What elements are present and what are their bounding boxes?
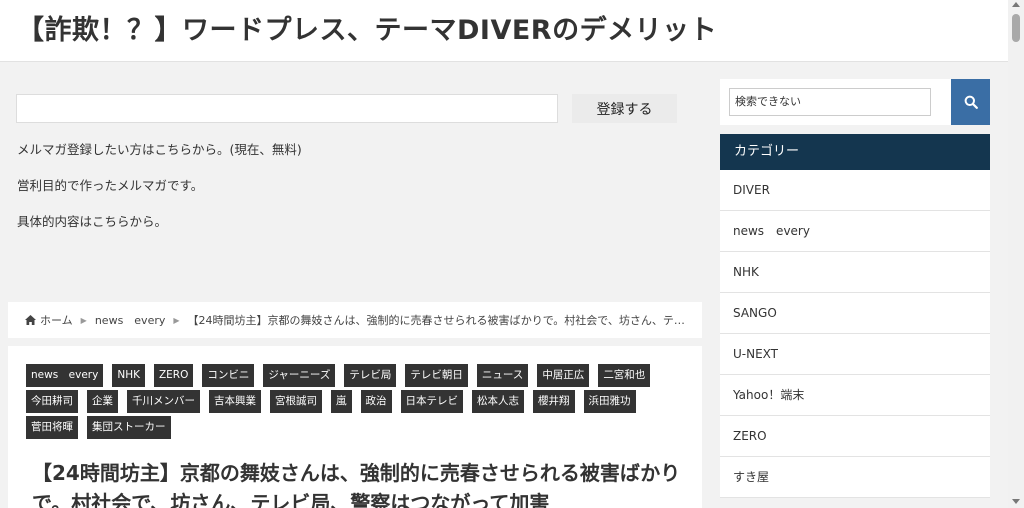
tag-link[interactable]: 浜田雅功 bbox=[583, 390, 636, 413]
category-header: カテゴリー bbox=[720, 134, 990, 170]
search-input[interactable]: 検索できない bbox=[729, 88, 931, 116]
subscribe-button[interactable]: 登録する bbox=[572, 94, 677, 123]
breadcrumb-current: 【24時間坊主】京都の舞妓さんは、強制的に売春させられる被害ばかりで。村社会で、… bbox=[187, 314, 685, 327]
tag-link[interactable]: 集団ストーカー bbox=[87, 416, 171, 439]
tag-link[interactable]: ジャーニーズ bbox=[263, 364, 336, 387]
category-list: DIVER news every NHK SANGO U-NEXT Yahoo！端末 ZER… bbox=[720, 170, 990, 498]
home-icon[interactable] bbox=[25, 315, 36, 325]
tag-link[interactable]: 中居正広 bbox=[537, 364, 590, 387]
scroll-thumb[interactable] bbox=[1012, 14, 1020, 42]
main-content: 登録する メルマガ登録したい方はこちらから。(現在、無料) 営利目的で作ったメル… bbox=[0, 62, 715, 508]
tag-link[interactable]: 吉本興業 bbox=[209, 390, 261, 413]
tag-link[interactable]: 嵐 bbox=[331, 390, 352, 413]
chevron-right-icon: ▶ bbox=[80, 315, 87, 325]
tag-link[interactable]: テレビ局 bbox=[344, 364, 397, 387]
search-icon bbox=[964, 95, 978, 109]
article: news every NHK ZERO コンビニ ジャーニーズ テレビ局 テレビ朝日 ニュース… bbox=[8, 346, 702, 508]
category-item[interactable]: news every bbox=[720, 211, 990, 252]
newsletter-form: 登録する bbox=[16, 94, 677, 124]
tag-link[interactable]: テレビ朝日 bbox=[405, 364, 468, 387]
site-header: 【詐欺！？】ワードプレス、テーマDIVERのデメリット bbox=[0, 0, 1008, 62]
search-button[interactable] bbox=[951, 79, 990, 125]
article-title: 【24時間坊主】京都の舞妓さんは、強制的に売春させられる被害ばかりで。村社会で、… bbox=[32, 461, 681, 508]
tag-link[interactable]: 櫻井翔 bbox=[533, 390, 575, 413]
tag-link[interactable]: 千川メンバー bbox=[127, 390, 200, 413]
tag-link[interactable]: 企業 bbox=[87, 390, 118, 413]
tag-link[interactable]: NHK bbox=[112, 364, 145, 387]
tag-link[interactable]: 宮根誠司 bbox=[270, 390, 322, 413]
breadcrumb: ホーム ▶ news every ▶ 【24時間坊主】京都の舞妓さんは、強制的に… bbox=[8, 302, 702, 338]
tag-link[interactable]: ZERO bbox=[153, 364, 194, 387]
tag-link[interactable]: 松本人志 bbox=[472, 390, 524, 413]
breadcrumb-home[interactable]: ホーム bbox=[40, 312, 73, 328]
scrollbar[interactable] bbox=[1008, 0, 1024, 508]
newsletter-link[interactable]: 具体的内容はこちらから。 bbox=[17, 211, 167, 230]
newsletter-notice: 営利目的で作ったメルマガです。 bbox=[17, 178, 204, 193]
page-title[interactable]: 【詐欺！？】ワードプレス、テーマDIVERのデメリット bbox=[17, 8, 717, 47]
category-item[interactable]: DIVER bbox=[720, 170, 990, 211]
tag-link[interactable]: 政治 bbox=[360, 390, 392, 413]
tag-link[interactable]: 二宮和也 bbox=[598, 364, 651, 387]
category-item[interactable]: NHK bbox=[720, 252, 990, 293]
tag-link[interactable]: 今田耕司 bbox=[26, 390, 78, 413]
category-item[interactable]: すき屋 bbox=[720, 457, 990, 498]
tag-link[interactable]: news every bbox=[26, 364, 104, 387]
tag-list: news every NHK ZERO コンビニ ジャーニーズ テレビ局 テレビ朝日 ニュース… bbox=[26, 364, 696, 439]
tag-link[interactable]: 日本テレビ bbox=[400, 390, 463, 413]
category-item[interactable]: U-NEXT bbox=[720, 334, 990, 375]
newsletter-notice: メルマガ登録したい方はこちらから。(現在、無料) bbox=[17, 142, 302, 157]
chevron-right-icon: ▶ bbox=[173, 315, 180, 325]
email-input[interactable] bbox=[16, 94, 558, 123]
category-item[interactable]: SANGO bbox=[720, 293, 990, 334]
tag-link[interactable]: ニュース bbox=[476, 364, 529, 387]
scroll-up-icon[interactable] bbox=[1012, 2, 1020, 7]
search-widget: 検索できない bbox=[720, 79, 990, 125]
breadcrumb-category[interactable]: news every bbox=[95, 312, 166, 328]
scroll-down-icon[interactable] bbox=[1012, 499, 1020, 504]
tag-link[interactable]: 菅田将暉 bbox=[26, 416, 78, 439]
tag-link[interactable]: コンビニ bbox=[202, 364, 255, 387]
category-item[interactable]: Yahoo！端末 bbox=[720, 375, 990, 416]
category-item[interactable]: ZERO bbox=[720, 416, 990, 457]
